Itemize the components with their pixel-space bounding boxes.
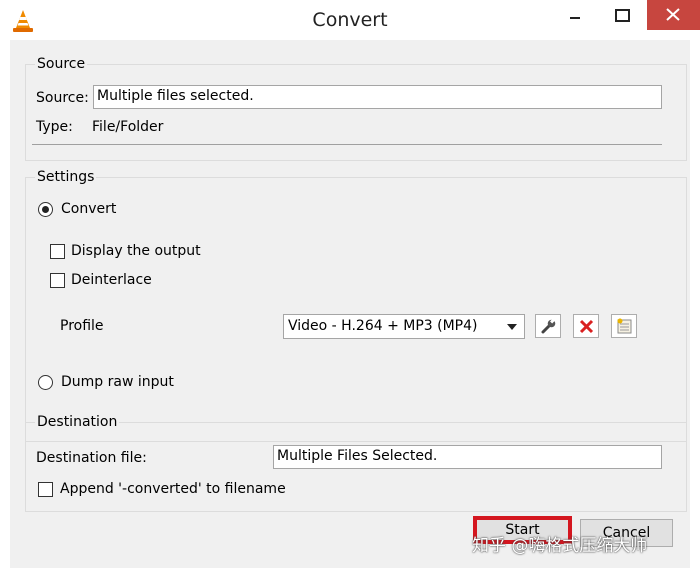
dialog-body: Source Source: Multiple files selected. … [10, 40, 690, 568]
minimize-button[interactable] [552, 0, 598, 30]
deinterlace-checkbox[interactable] [50, 273, 65, 288]
source-group: Source Source: Multiple files selected. … [25, 56, 687, 161]
type-value: File/Folder [92, 119, 164, 135]
append-converted-checkbox[interactable] [38, 482, 53, 497]
convert-label[interactable]: Convert [61, 201, 116, 217]
destination-file-label: Destination file: [36, 450, 147, 466]
dump-raw-label[interactable]: Dump raw input [61, 374, 174, 390]
destination-group: Destination Destination file: Multiple F… [25, 414, 687, 512]
settings-group-label: Settings [35, 169, 97, 185]
dump-raw-radio[interactable] [38, 375, 53, 390]
source-field[interactable]: Multiple files selected. [93, 85, 662, 109]
destination-file-field[interactable]: Multiple Files Selected. [273, 445, 662, 469]
source-group-label: Source [35, 56, 88, 72]
title-bar[interactable]: Convert [0, 0, 700, 40]
delete-x-icon [579, 319, 594, 334]
watermark: 知乎 @嗨格式压缩大师 [472, 536, 648, 556]
type-label: Type: [36, 119, 73, 135]
deinterlace-label[interactable]: Deinterlace [71, 272, 152, 288]
maximize-button[interactable] [599, 0, 645, 30]
chevron-down-icon [507, 324, 517, 330]
new-profile-button[interactable] [611, 314, 637, 338]
source-label: Source: [36, 90, 89, 106]
maximize-icon [615, 9, 630, 22]
convert-dialog: Convert Source Source: Multiple files se… [0, 0, 700, 573]
profile-select[interactable]: Video - H.264 + MP3 (MP4) [283, 314, 525, 339]
new-profile-icon [617, 318, 632, 334]
edit-profile-button[interactable] [535, 314, 561, 338]
delete-profile-button[interactable] [573, 314, 599, 338]
close-button[interactable] [647, 0, 700, 30]
minimize-icon [570, 17, 580, 19]
profile-label: Profile [60, 318, 104, 334]
close-icon [666, 8, 680, 21]
settings-group: Settings Convert Display the output Dein… [25, 169, 687, 442]
display-output-label[interactable]: Display the output [71, 243, 201, 259]
append-converted-label[interactable]: Append '-converted' to filename [60, 481, 286, 497]
source-divider [32, 144, 662, 145]
profile-select-value: Video - H.264 + MP3 (MP4) [288, 318, 478, 334]
wrench-icon [541, 318, 556, 334]
display-output-checkbox[interactable] [50, 244, 65, 259]
destination-group-label: Destination [35, 414, 120, 430]
convert-radio[interactable] [38, 202, 53, 217]
